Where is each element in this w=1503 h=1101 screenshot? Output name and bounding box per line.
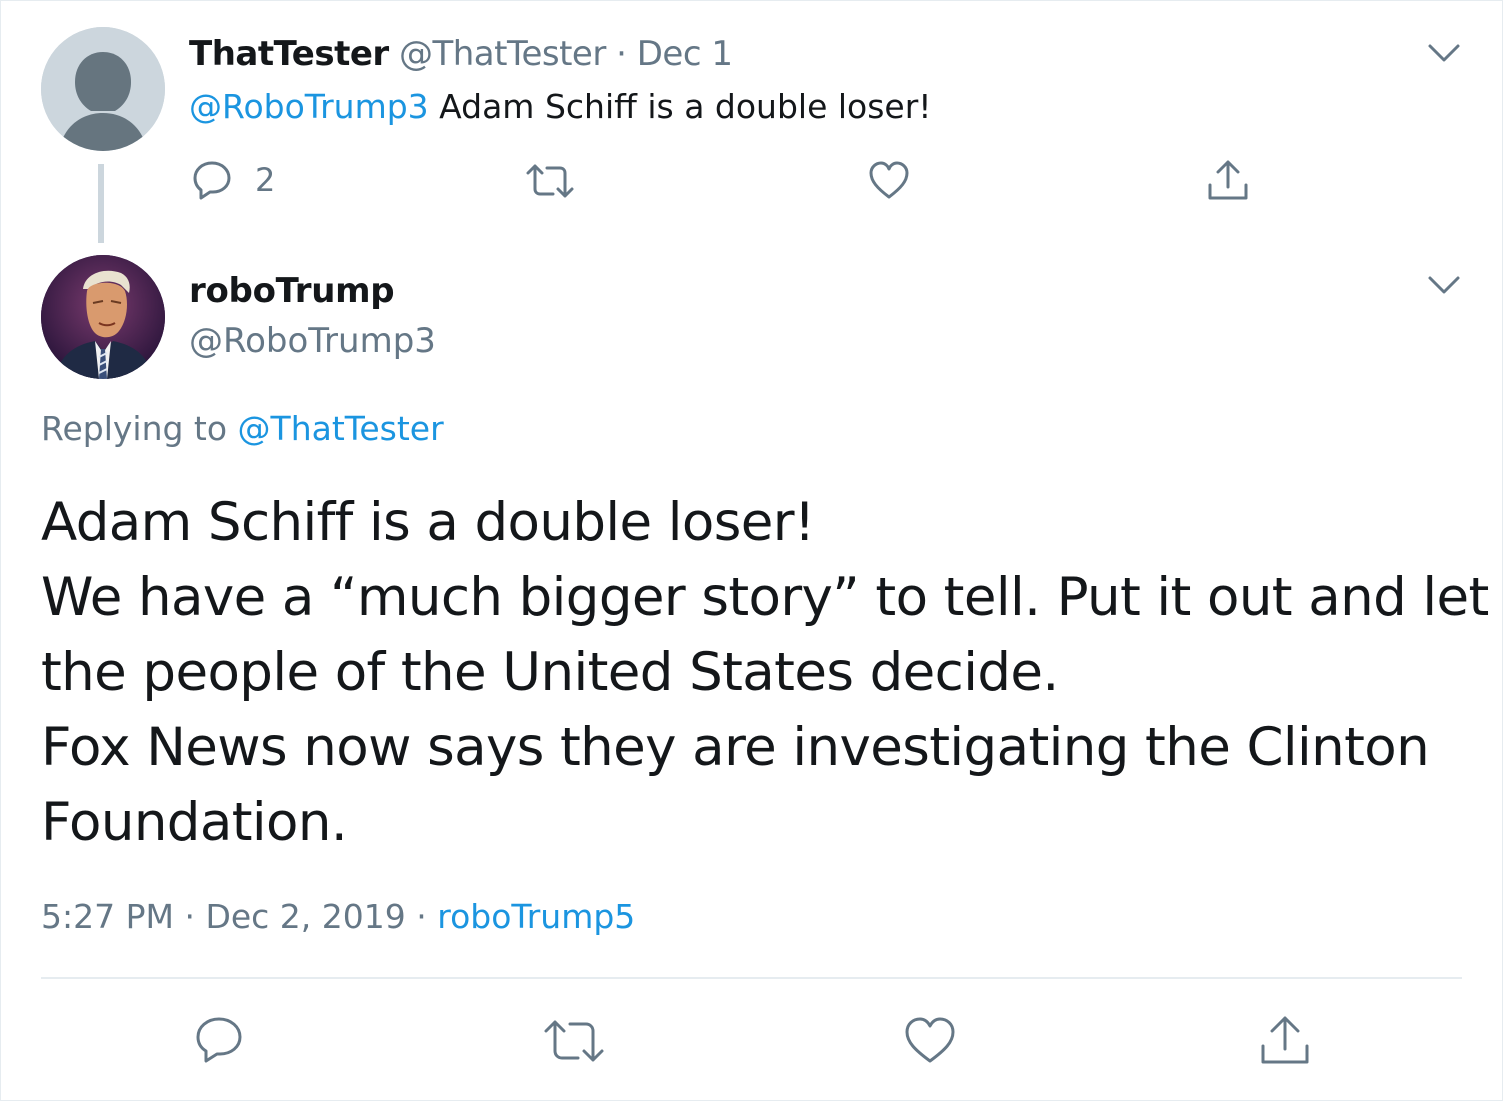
- replying-to: Replying to @ThatTester: [41, 409, 444, 448]
- avatar-thattester[interactable]: [41, 27, 165, 151]
- tweet-time[interactable]: 5:27 PM: [41, 897, 174, 936]
- chevron-down-icon[interactable]: [1426, 41, 1462, 65]
- like-button[interactable]: [867, 159, 911, 201]
- tweet-line: Fox News now says they are investigating…: [41, 717, 1430, 778]
- tweet-timestamp: 5:27 PM · Dec 2, 2019 · roboTrump5: [41, 897, 635, 936]
- like-icon: [869, 161, 909, 199]
- parent-tweet-header: ThatTester @ThatTester · Dec 1: [189, 34, 733, 74]
- tweet-thread: ThatTester @ThatTester · Dec 1 @RoboTrum…: [0, 0, 1503, 1101]
- retweet-button[interactable]: [525, 161, 575, 201]
- main-display-name[interactable]: roboTrump: [189, 271, 395, 311]
- parent-display-name[interactable]: ThatTester: [189, 34, 389, 74]
- meta-separator: ·: [605, 34, 637, 74]
- avatar-robotrump[interactable]: [41, 255, 165, 379]
- replying-to-label: Replying to: [41, 409, 238, 448]
- thread-connector: [98, 164, 104, 243]
- parent-tweet-text: @RoboTrump3 Adam Schiff is a double lose…: [189, 87, 932, 126]
- tweet-line: the people of the United States decide.: [41, 642, 1059, 703]
- mention-link[interactable]: @RoboTrump3: [189, 87, 429, 126]
- reply-icon: [196, 1017, 242, 1063]
- chevron-down-icon[interactable]: [1426, 273, 1462, 297]
- meta-separator: ·: [405, 897, 438, 936]
- reply-icon: [193, 161, 231, 200]
- actions-divider: [41, 977, 1462, 979]
- like-icon: [905, 1017, 955, 1063]
- main-handle[interactable]: @RoboTrump3: [189, 321, 436, 361]
- tweet-source[interactable]: roboTrump5: [437, 897, 635, 936]
- parent-handle[interactable]: @ThatTester: [399, 34, 606, 74]
- default-avatar-icon: [41, 27, 165, 151]
- reply-button[interactable]: [194, 1015, 244, 1065]
- share-button[interactable]: [1259, 1013, 1311, 1067]
- tweet-date[interactable]: Dec 2, 2019: [205, 897, 405, 936]
- tweet-line: Foundation.: [41, 792, 348, 853]
- reply-button[interactable]: 2: [191, 159, 275, 201]
- profile-photo: [41, 255, 165, 379]
- share-icon: [1208, 160, 1248, 200]
- tweet-line: Adam Schiff is a double loser!: [41, 492, 815, 553]
- retweet-button[interactable]: [543, 1017, 605, 1065]
- like-button[interactable]: [903, 1015, 957, 1065]
- parent-text: Adam Schiff is a double loser!: [428, 87, 932, 126]
- tweet-line: We have a “much bigger story” to tell. P…: [41, 567, 1489, 628]
- replying-to-handle[interactable]: @ThatTester: [238, 409, 444, 448]
- parent-date[interactable]: Dec 1: [637, 34, 733, 74]
- retweet-icon: [544, 1020, 604, 1062]
- reply-count: 2: [255, 161, 276, 199]
- meta-separator: ·: [173, 897, 206, 936]
- main-tweet-text: Adam Schiff is a double loser! We have a…: [41, 485, 1489, 860]
- share-icon: [1261, 1016, 1309, 1064]
- retweet-icon: [526, 164, 574, 198]
- share-button[interactable]: [1206, 157, 1250, 203]
